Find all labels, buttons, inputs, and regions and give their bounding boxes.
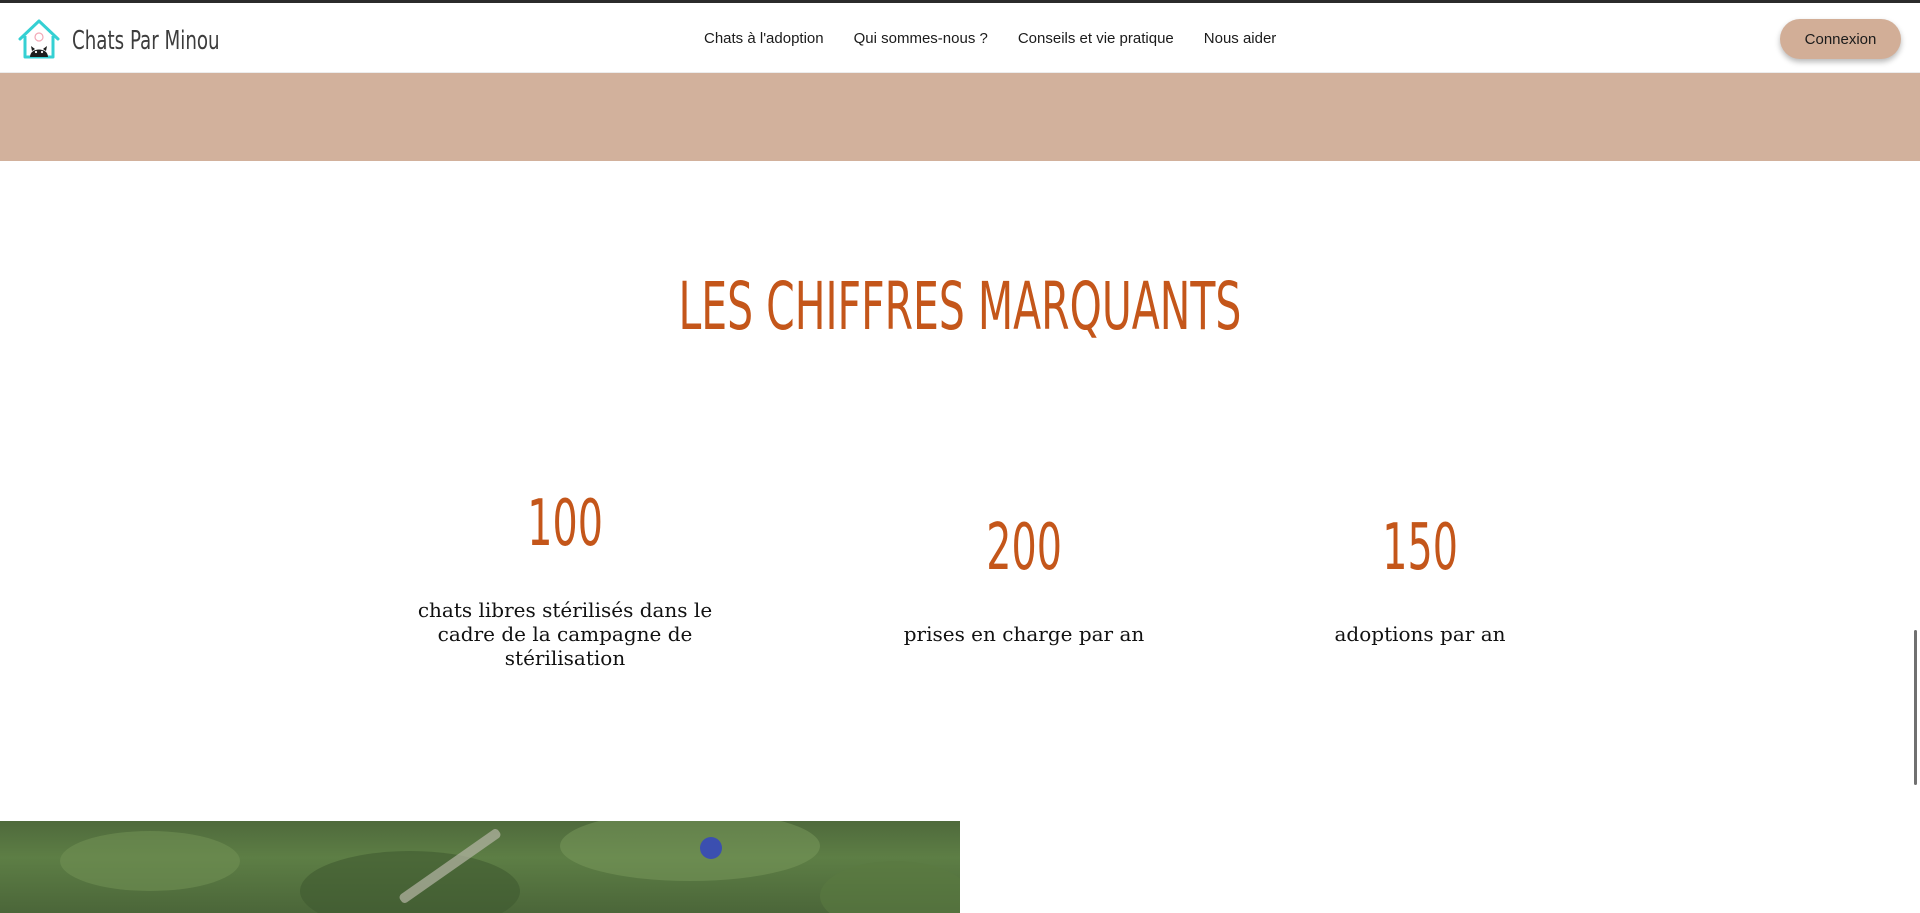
main-nav: Chats à l'adoption Qui sommes-nous ? Con… [704, 3, 1306, 73]
stat-description: chats libres stérilisés dans le cadre de… [417, 598, 713, 670]
brand-name: Chats Par Minou [72, 26, 220, 56]
stat-number: 150 [1382, 511, 1458, 585]
nav-link-adoption[interactable]: Chats à l'adoption [704, 30, 824, 47]
page-scrollbar[interactable] [1914, 630, 1917, 785]
nav-link-advice[interactable]: Conseils et vie pratique [1018, 30, 1174, 47]
login-button[interactable]: Connexion [1780, 19, 1901, 59]
nav-link-about[interactable]: Qui sommes-nous ? [854, 30, 988, 47]
cat-house-logo-icon [16, 17, 62, 65]
hero-band [0, 73, 1920, 161]
stat-number: 200 [986, 511, 1062, 585]
stat-description: adoptions par an [1334, 622, 1506, 646]
site-header: Chats Par Minou Chats à l'adoption Qui s… [0, 3, 1920, 73]
stats-title: Les chiffres marquants [678, 268, 1242, 345]
stat-number: 100 [527, 487, 603, 561]
brand-logo-link[interactable]: Chats Par Minou [16, 17, 261, 65]
stat-description: prises en charge par an [903, 622, 1145, 646]
cat-grass-photo [0, 821, 960, 913]
nav-link-help[interactable]: Nous aider [1204, 30, 1277, 47]
